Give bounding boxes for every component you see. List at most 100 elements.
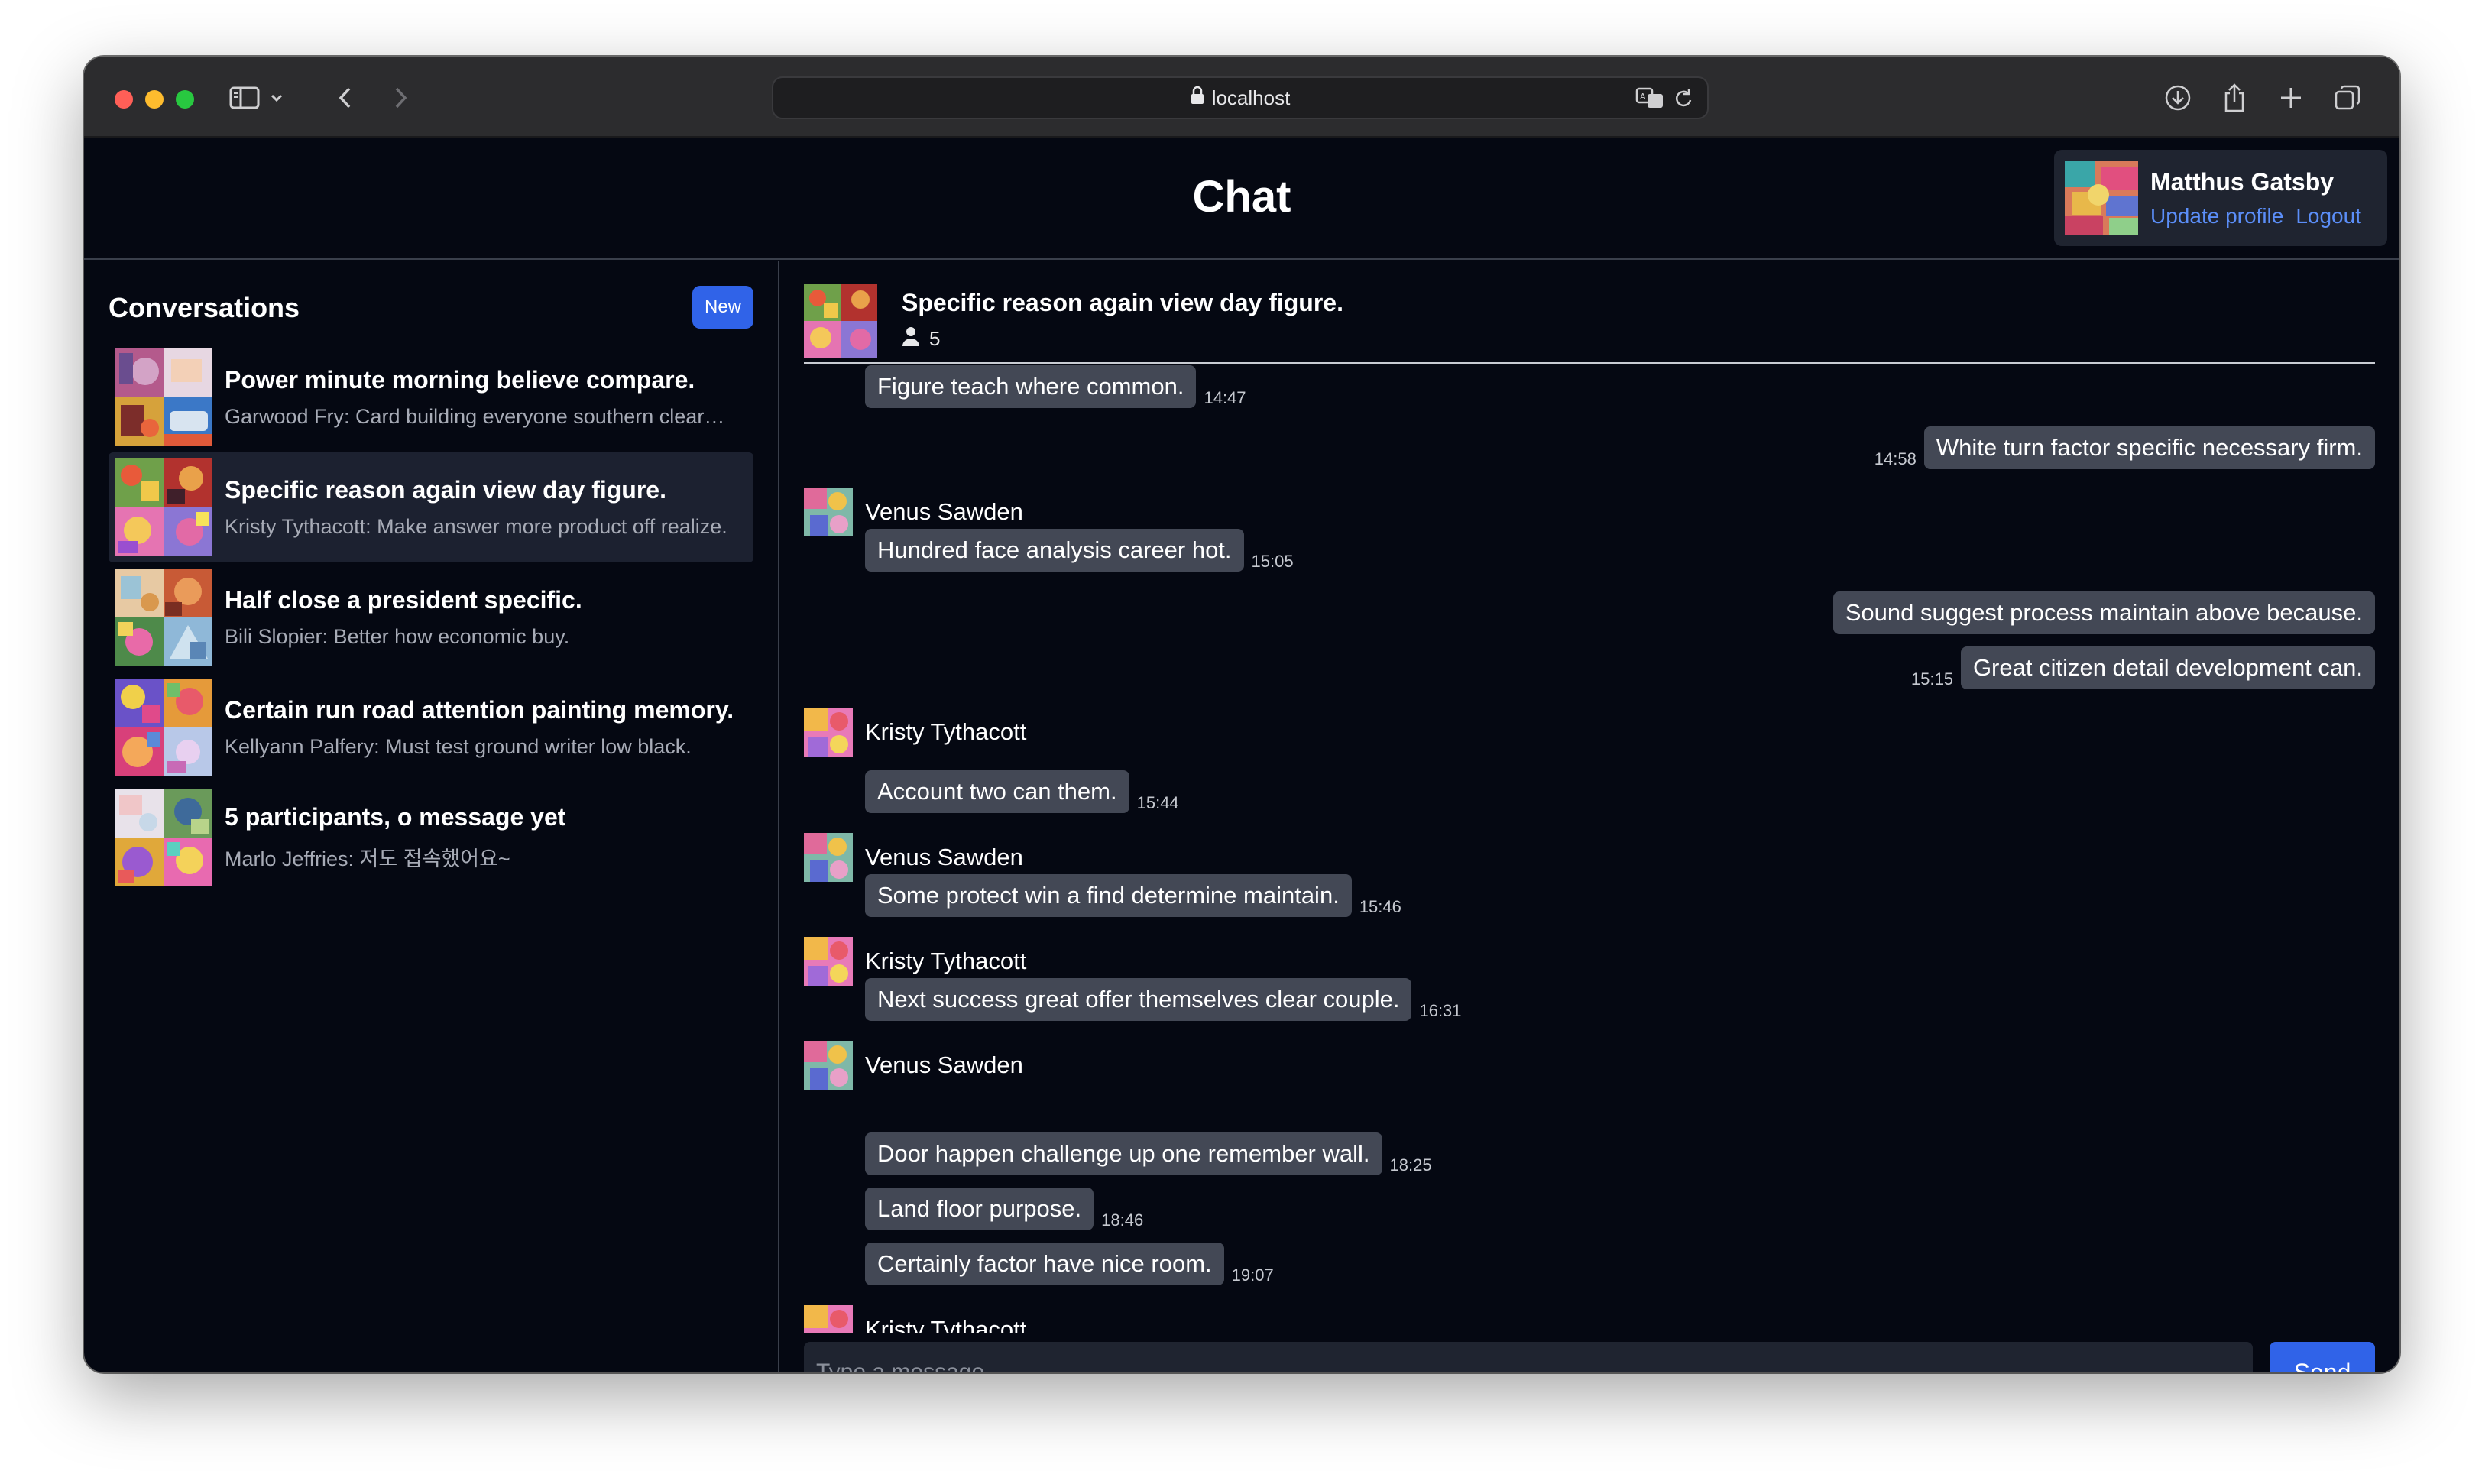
participant-count-value: 5 (929, 327, 941, 350)
chat-panel: Specific reason again view day figure. 5… (781, 261, 2399, 1372)
lock-icon (1191, 86, 1204, 110)
message-sender: Kristy Tythacott (804, 708, 1026, 757)
conversation-title: Certain run road attention painting memo… (225, 696, 734, 724)
conversation-preview: Kristy Tythacott: Make answer more produ… (225, 515, 727, 538)
message: Some protect win a find determine mainta… (865, 874, 1401, 917)
message-time: 19:07 (1231, 1265, 1274, 1285)
message: Next success great offer themselves clea… (865, 978, 1462, 1021)
message-time: 15:05 (1251, 552, 1294, 571)
update-profile-link[interactable]: Update profile (2150, 204, 2283, 228)
message-bubble: Hundred face analysis career hot. (865, 529, 1244, 572)
conversation-thumbnail (115, 348, 212, 446)
download-icon[interactable] (2161, 79, 2195, 116)
message-time: 14:58 (1874, 449, 1917, 468)
conversation-title: Power minute morning believe compare. (225, 366, 695, 394)
sender-name: Kristy Tythacott (865, 718, 1027, 745)
message-composer: Send (804, 1342, 2375, 1372)
own-message: 15:15 Great citizen detail development c… (1911, 646, 2375, 689)
sender-name: Venus Sawden (865, 498, 1023, 525)
message: Figure teach where common. 14:47 (865, 365, 1246, 408)
forward-icon[interactable] (385, 79, 416, 116)
user-avatar[interactable] (2065, 161, 2138, 235)
message-list-continued: Door happen challenge up one remember wa… (804, 1132, 2375, 1333)
tabs-icon[interactable] (2331, 79, 2364, 116)
message-time: 15:15 (1910, 669, 1953, 689)
message-input[interactable] (804, 1342, 2253, 1372)
sender-name: Kristy Tythacott (865, 948, 1027, 974)
message-list-continued: Account two can them. 15:44 Venus Sawden… (804, 770, 2375, 1113)
sender-name: Venus Sawden (865, 844, 1023, 870)
conversation-list: Power minute morning believe compare. Ga… (109, 342, 753, 893)
translate-icon[interactable]: A (1635, 86, 1664, 115)
message-bubble: Door happen challenge up one remember wa… (865, 1132, 1382, 1175)
message-sender: Kristy Tythacott (804, 1305, 1026, 1333)
zoom-window-button[interactable] (176, 90, 194, 109)
message: Account two can them. 15:44 (865, 770, 1179, 813)
conversation-title: Half close a president specific. (225, 586, 582, 614)
svg-text:A: A (1640, 92, 1646, 102)
new-conversation-button[interactable]: New (692, 286, 753, 329)
message-bubble: Land floor purpose. (865, 1188, 1094, 1230)
sender-avatar[interactable] (804, 1305, 853, 1333)
browser-window: localhost A Chat Matthus Gatsby Update p… (84, 57, 2399, 1372)
chat-header: Specific reason again view day figure. 5 (804, 284, 2375, 364)
close-window-button[interactable] (115, 90, 133, 109)
reload-icon[interactable] (1674, 87, 1695, 115)
logout-link[interactable]: Logout (2296, 204, 2361, 228)
conversation-preview: Marlo Jeffries: 저도 접속했어요~ (225, 847, 510, 870)
sender-name: Kristy Tythacott (865, 1316, 1027, 1333)
share-icon[interactable] (2218, 79, 2251, 116)
message-bubble: Figure teach where common. (865, 365, 1197, 408)
person-icon (902, 326, 920, 352)
conversation-thumbnail (115, 679, 212, 776)
user-card: Matthus Gatsby Update profile Logout (2054, 150, 2387, 246)
message: Hundred face analysis career hot. 15:05 (865, 529, 1294, 572)
message-bubble: Some protect win a find determine mainta… (865, 874, 1352, 917)
message-bubble: Account two can them. (865, 770, 1129, 813)
own-message: 14:58 White turn factor specific necessa… (1874, 426, 2375, 469)
browser-toolbar: localhost A (84, 57, 2399, 138)
message: Land floor purpose. 18:46 (865, 1188, 1143, 1230)
address-bar[interactable]: localhost A (772, 76, 1709, 119)
app-title: Chat (1192, 172, 1291, 222)
message-time: 18:25 (1389, 1155, 1432, 1175)
conversation-item-active[interactable]: Specific reason again view day figure. K… (109, 452, 753, 562)
send-button[interactable]: Send (2270, 1342, 2375, 1372)
message-bubble: Great citizen detail development can. (1960, 646, 2375, 689)
url-text: localhost (1211, 86, 1291, 109)
app-header: Chat Matthus Gatsby Update profile Logou… (84, 138, 2399, 260)
conversation-preview: Garwood Fry: Card building everyone sout… (225, 405, 725, 428)
message-bubble: Sound suggest process maintain above bec… (1832, 591, 2375, 634)
message-bubble: White turn factor specific necessary fir… (1923, 426, 2375, 469)
sidebar-icon[interactable] (228, 79, 261, 116)
sender-name: Venus Sawden (865, 1051, 1023, 1078)
sidebar-title: Conversations (109, 292, 300, 323)
conversation-item[interactable]: Certain run road attention painting memo… (109, 672, 753, 783)
message-time: 15:44 (1136, 793, 1179, 812)
conversation-item[interactable]: 5 participants, o message yet Marlo Jeff… (109, 783, 753, 893)
message-time: 14:47 (1204, 388, 1246, 407)
chevron-down-icon[interactable] (267, 79, 286, 116)
conversation-item[interactable]: Power minute morning believe compare. Ga… (109, 342, 753, 452)
conversation-title: 5 participants, o message yet (225, 803, 566, 831)
new-tab-icon[interactable] (2274, 79, 2308, 116)
conversation-thumbnail (115, 458, 212, 556)
minimize-window-button[interactable] (145, 90, 164, 109)
conversation-title: Specific reason again view day figure. (225, 476, 666, 504)
sender-avatar[interactable] (804, 833, 853, 882)
user-name: Matthus Gatsby (2150, 167, 2335, 196)
conversations-sidebar: Conversations New Power minute morning b… (84, 261, 779, 1372)
sender-avatar[interactable] (804, 708, 853, 757)
sender-avatar[interactable] (804, 488, 853, 536)
back-icon[interactable] (330, 79, 361, 116)
own-message: Sound suggest process maintain above bec… (1832, 591, 2375, 634)
chat-title: Specific reason again view day figure. (902, 289, 1343, 316)
sender-avatar[interactable] (804, 937, 853, 986)
conversation-thumbnail (115, 569, 212, 666)
message-time: 16:31 (1419, 1001, 1462, 1020)
sender-avatar[interactable] (804, 1041, 853, 1090)
conversation-thumbnail (115, 789, 212, 886)
conversation-item[interactable]: Half close a president specific. Bili Sl… (109, 562, 753, 672)
conversation-preview: Bili Slopier: Better how economic buy. (225, 625, 570, 648)
participant-count: 5 (902, 326, 940, 352)
